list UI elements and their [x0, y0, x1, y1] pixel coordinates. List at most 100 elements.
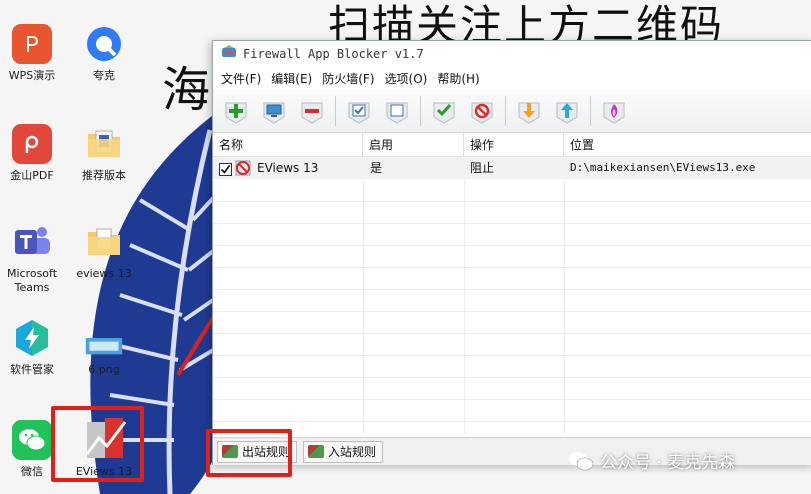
add-button[interactable] — [221, 96, 251, 126]
column-header-enabled[interactable]: 启用 — [363, 133, 464, 157]
wps-presentation-icon — [12, 24, 52, 64]
column-divider — [363, 157, 364, 433]
column-divider — [564, 157, 565, 433]
firewall-settings-button[interactable] — [599, 96, 629, 126]
desktop-icon-label: eviews 13 — [76, 267, 132, 280]
desktop-icon-software-manager[interactable]: 软件管家 — [0, 318, 64, 377]
tab-outbound-rules[interactable]: 出站规则 — [217, 440, 298, 463]
check-all-icon — [348, 102, 370, 124]
desktop-icon-label: 微信 — [21, 465, 43, 478]
wechat-icon — [12, 420, 52, 460]
tab-inbound-label: 入站规则 — [328, 445, 377, 459]
row-action: 阻止 — [470, 161, 495, 175]
window-title: Firewall App Blocker v1.7 — [243, 47, 424, 61]
watermark-text: 公众号 · 麦克先森 — [600, 453, 736, 473]
row-divider — [213, 377, 811, 378]
remove-icon — [301, 102, 323, 124]
tab-inbound-rules[interactable]: 入站规则 — [303, 440, 384, 463]
menu-file[interactable]: 文件(F) — [219, 70, 267, 87]
add-icon — [225, 102, 247, 124]
desktop-icon-label: WPS演示 — [8, 69, 56, 82]
microsoft-teams-icon — [12, 222, 52, 262]
move-down-button[interactable] — [514, 96, 544, 126]
blocked-app-icon — [235, 160, 251, 176]
column-divider — [464, 157, 465, 433]
desktop-icon-microsoft-teams[interactable]: Microsoft Teams — [0, 222, 64, 295]
desktop-icon-eviews-folder[interactable]: eviews 13 — [72, 222, 136, 281]
monitor-button[interactable] — [259, 96, 289, 126]
menu-options[interactable]: 选项(O) — [383, 70, 434, 87]
desktop-icon-label: 金山PDF — [10, 169, 54, 182]
column-header-location[interactable]: 位置 — [564, 133, 811, 157]
menu-help[interactable]: 帮助(H) — [435, 70, 485, 87]
row-divider — [213, 267, 811, 268]
toolbar-separator — [590, 95, 591, 126]
desktop-icon-label: 推荐版本 — [82, 169, 126, 182]
desktop-icon-wechat[interactable]: 微信 — [0, 420, 64, 479]
row-enabled: 是 — [370, 161, 383, 175]
tab-outbound-label: 出站规则 — [242, 445, 291, 459]
desktop-icon-label: 夸克 — [93, 69, 115, 82]
uncheck-all-button[interactable] — [382, 96, 412, 126]
toolbar-separator — [420, 95, 421, 126]
check-all-button[interactable] — [344, 96, 374, 126]
watermark: 公众号 · 麦克先森 — [568, 448, 735, 473]
toolbar-separator — [505, 95, 506, 126]
row-divider — [213, 311, 811, 312]
desktop-icon-wps[interactable]: WPS演示 — [0, 24, 64, 83]
block-icon — [471, 102, 493, 124]
quark-browser-icon — [84, 24, 124, 64]
rules-tab-icon — [308, 445, 325, 458]
allow-icon — [433, 102, 455, 124]
block-button[interactable] — [467, 96, 497, 126]
menu-firewall[interactable]: 防火墙(F) — [320, 70, 380, 87]
row-location: D:\maikexiansen\EViews13.exe — [570, 161, 756, 174]
row-divider — [213, 289, 811, 290]
software-manager-icon — [12, 318, 52, 358]
row-divider — [213, 201, 811, 202]
desktop-icon-png-file[interactable]: 6.png — [72, 318, 136, 377]
wechat-official-account-icon — [569, 451, 594, 470]
menu-bar: 文件(F) 编辑(E) 防火墙(F) 选项(O) 帮助(H) — [213, 67, 811, 89]
folder-icon — [84, 124, 124, 164]
move-up-button[interactable] — [552, 96, 582, 126]
toolbar — [213, 89, 811, 133]
table-row[interactable]: EViews 13 是 阻止 D:\maikexiansen\EViews13.… — [213, 157, 811, 179]
allow-button[interactable] — [429, 96, 459, 126]
row-divider — [213, 399, 811, 400]
desktop-icon-label: 6.png — [88, 363, 120, 376]
row-divider — [213, 421, 811, 422]
move-up-icon — [556, 102, 578, 124]
move-down-icon — [518, 102, 540, 124]
row-name: EViews 13 — [257, 161, 319, 175]
row-checkbox[interactable] — [219, 161, 232, 176]
desktop-icon-label: Microsoft Teams — [6, 267, 58, 294]
firewall-app-blocker-window[interactable]: Firewall App Blocker v1.7 文件(F) 编辑(E) 防火… — [212, 40, 811, 465]
menu-edit[interactable]: 编辑(E) — [269, 70, 318, 87]
desktop-icon-recommended-folder[interactable]: 推荐版本 — [72, 124, 136, 183]
eviews-icon — [81, 416, 127, 460]
toolbar-separator — [335, 95, 336, 126]
rules-table: 名称 启用 操作 位置 EViews 13 是 阻止 D:\maikexians — [213, 133, 811, 433]
row-divider — [213, 333, 811, 334]
desktop-icon-quark[interactable]: 夸克 — [72, 24, 136, 83]
app-logo-icon — [221, 44, 237, 64]
firewall-shield-icon — [603, 102, 625, 124]
column-header-action[interactable]: 操作 — [464, 133, 564, 157]
rules-tab-icon — [222, 445, 238, 458]
row-divider — [213, 355, 811, 356]
remove-button[interactable] — [297, 96, 327, 126]
column-header-name[interactable]: 名称 — [213, 133, 363, 157]
kingsoft-pdf-icon — [12, 124, 52, 164]
row-divider — [213, 245, 811, 246]
folder-icon — [84, 222, 124, 262]
monitor-icon — [263, 102, 285, 124]
desktop-icon-label: EViews 13 — [75, 465, 133, 478]
image-file-icon — [84, 318, 124, 358]
desktop-icon-kingsoft-pdf[interactable]: 金山PDF — [0, 124, 64, 183]
uncheck-all-icon — [386, 102, 408, 124]
desktop-icon-label: 软件管家 — [10, 363, 54, 376]
window-title-bar[interactable]: Firewall App Blocker v1.7 — [213, 41, 811, 67]
desktop-icon-eviews[interactable]: EViews 13 — [72, 416, 136, 479]
row-divider — [213, 223, 811, 224]
